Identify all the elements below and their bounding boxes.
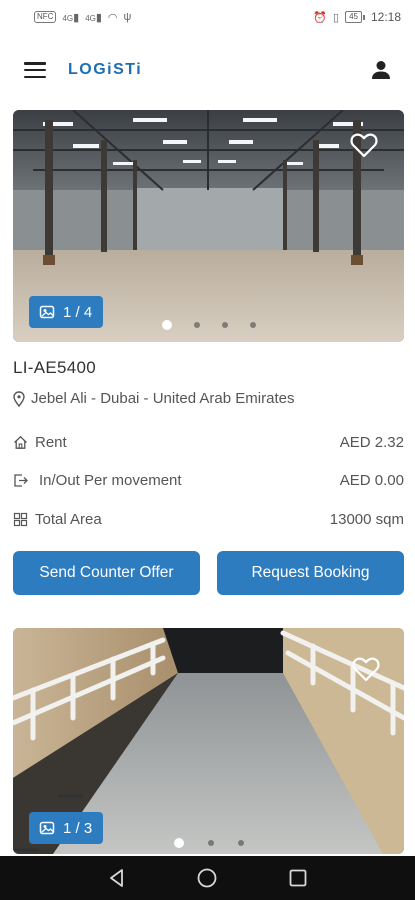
image-counter-text: 1 / 3 xyxy=(63,819,93,837)
detail-value: 13000 sqm xyxy=(329,510,404,528)
carousel-dot[interactable] xyxy=(193,322,200,328)
home-circle-icon[interactable] xyxy=(195,866,219,890)
detail-value: AED 2.32 xyxy=(339,433,404,451)
person-icon[interactable] xyxy=(369,58,393,82)
send-counter-offer-button[interactable]: Send Counter Offer xyxy=(13,550,200,595)
carousel-dot-active[interactable] xyxy=(161,320,172,330)
recents-square-icon[interactable] xyxy=(286,866,310,890)
listing-card[interactable]: 1 / 3 xyxy=(13,628,404,854)
status-bar: NFC 4G▮ 4G▮ ◠ ψ ⏰ ▯ 45 12:18 xyxy=(0,0,415,34)
favorite-heart-icon[interactable] xyxy=(350,132,378,158)
alarm-icon: ⏰ xyxy=(313,11,327,24)
home-icon xyxy=(14,435,27,449)
detail-row-rent: Rent AED 2.32 xyxy=(13,423,404,462)
vibrate-icon: ▯ xyxy=(333,11,340,24)
listing-location: Jebel Ali - Dubai - United Arab Emirates xyxy=(13,390,404,407)
status-left: NFC 4G▮ 4G▮ ◠ ψ xyxy=(34,11,131,24)
listing-photo-carousel[interactable]: 1 / 4 xyxy=(13,110,404,342)
signal-icon: 4G▮ xyxy=(62,11,80,24)
listing-card[interactable]: 1 / 4 LI-AE5400 Jebel Ali - Dubai - Unit… xyxy=(13,110,404,595)
listing-photo-carousel[interactable]: 1 / 3 xyxy=(13,628,404,854)
carousel-dots xyxy=(13,838,404,848)
request-booking-button[interactable]: Request Booking xyxy=(217,550,404,595)
carousel-dot[interactable] xyxy=(237,840,244,846)
battery-level: 45 xyxy=(345,11,362,23)
app-logo: LOGiSTi xyxy=(68,61,143,78)
favorite-heart-icon[interactable] xyxy=(352,656,380,682)
network-type: 4G xyxy=(62,13,74,23)
detail-row-area: Total Area 13000 sqm xyxy=(13,500,404,539)
carousel-dot[interactable] xyxy=(207,840,214,846)
battery-icon: 45 xyxy=(345,11,365,23)
grid-icon xyxy=(13,512,28,526)
carousel-dot[interactable] xyxy=(221,322,228,328)
exit-icon xyxy=(14,474,28,487)
status-right: ⏰ ▯ 45 12:18 xyxy=(313,10,401,24)
detail-label: Total Area xyxy=(35,510,102,528)
carousel-dot[interactable] xyxy=(249,322,256,328)
detail-label: Rent xyxy=(35,433,67,451)
wifi-icon: ◠ xyxy=(107,11,118,24)
photo-icon xyxy=(39,821,55,835)
nfc-indicator: NFC xyxy=(34,11,57,23)
listing-details: Rent AED 2.32 In/Out Per movement AED 0.… xyxy=(13,423,404,539)
listing-actions: Send Counter Offer Request Booking xyxy=(13,550,404,595)
carousel-dots xyxy=(13,320,404,330)
location-text: Jebel Ali - Dubai - United Arab Emirates xyxy=(31,390,295,407)
listing-id: LI-AE5400 xyxy=(13,358,97,377)
image-counter-text: 1 / 4 xyxy=(63,303,93,321)
detail-row-movement: In/Out Per movement AED 0.00 xyxy=(13,462,404,501)
location-pin-icon xyxy=(13,390,25,407)
system-nav-bar xyxy=(0,856,415,900)
app-bar: LOGiSTi xyxy=(0,34,415,106)
network-type-2: 4G xyxy=(85,13,96,23)
photo-icon xyxy=(39,305,55,319)
signal-icon-2: 4G▮ xyxy=(85,11,102,24)
carousel-dot-active[interactable] xyxy=(173,838,184,848)
hamburger-menu-icon[interactable] xyxy=(24,62,46,78)
clock: 12:18 xyxy=(370,10,401,24)
detail-value: AED 0.00 xyxy=(339,472,404,490)
back-triangle-icon[interactable] xyxy=(105,866,129,890)
usb-icon: ψ xyxy=(123,11,132,23)
detail-label: In/Out Per movement xyxy=(39,472,182,490)
app-bar-left: LOGiSTi xyxy=(24,61,142,79)
